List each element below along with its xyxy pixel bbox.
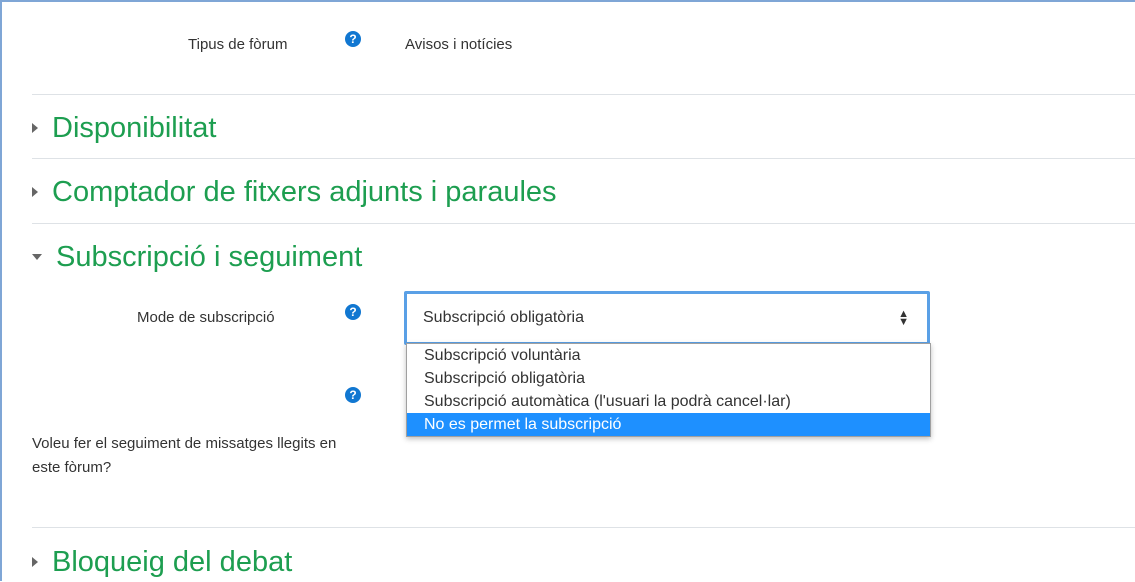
subscription-mode-help-icon[interactable]: ? (345, 304, 361, 320)
section-availability-title: Disponibilitat (52, 111, 217, 144)
divider (32, 158, 1135, 159)
dropdown-option-mandatory[interactable]: Subscripció obligatòria (407, 367, 930, 390)
dropdown-option-automatic[interactable]: Subscripció automàtica (l'usuari la podr… (407, 390, 930, 413)
subscription-mode-dropdown: Subscripció voluntària Subscripció oblig… (406, 343, 931, 437)
frame-left-border (0, 0, 2, 581)
divider (32, 94, 1135, 95)
chevron-right-icon (32, 123, 38, 133)
divider (32, 223, 1135, 224)
section-availability[interactable]: Disponibilitat (32, 108, 216, 148)
section-locking-title: Bloqueig del debat (52, 545, 293, 578)
select-arrows-icon: ▲ ▼ (898, 308, 909, 328)
read-tracking-label: Voleu fer el seguiment de missatges lleg… (32, 435, 337, 476)
section-locking[interactable]: Bloqueig del debat (32, 542, 292, 582)
section-attachments-title: Comptador de fitxers adjunts i paraules (52, 175, 557, 208)
subscription-mode-select[interactable]: Subscripció obligatòria ▲ ▼ (404, 291, 930, 345)
dropdown-option-disabled[interactable]: No es permet la subscripció (407, 413, 930, 436)
dropdown-option-voluntary[interactable]: Subscripció voluntària (407, 344, 930, 367)
section-subscription-title: Subscripció i seguiment (56, 240, 363, 273)
forum-type-value: Avisos i notícies (405, 36, 513, 53)
subscription-mode-label: Mode de subscripció (137, 309, 275, 326)
forum-type-label: Tipus de fòrum (188, 36, 288, 53)
read-tracking-help-icon[interactable]: ? (345, 387, 361, 403)
chevron-right-icon (32, 187, 38, 197)
subscription-mode-selected-value: Subscripció obligatòria (423, 309, 584, 326)
chevron-down-icon (32, 254, 42, 260)
divider (32, 527, 1135, 528)
section-subscription[interactable]: Subscripció i seguiment (32, 237, 362, 277)
chevron-right-icon (32, 557, 38, 567)
forum-type-help-icon[interactable]: ? (345, 31, 361, 47)
frame-top-border (0, 0, 1135, 2)
section-attachments[interactable]: Comptador de fitxers adjunts i paraules (32, 172, 557, 212)
